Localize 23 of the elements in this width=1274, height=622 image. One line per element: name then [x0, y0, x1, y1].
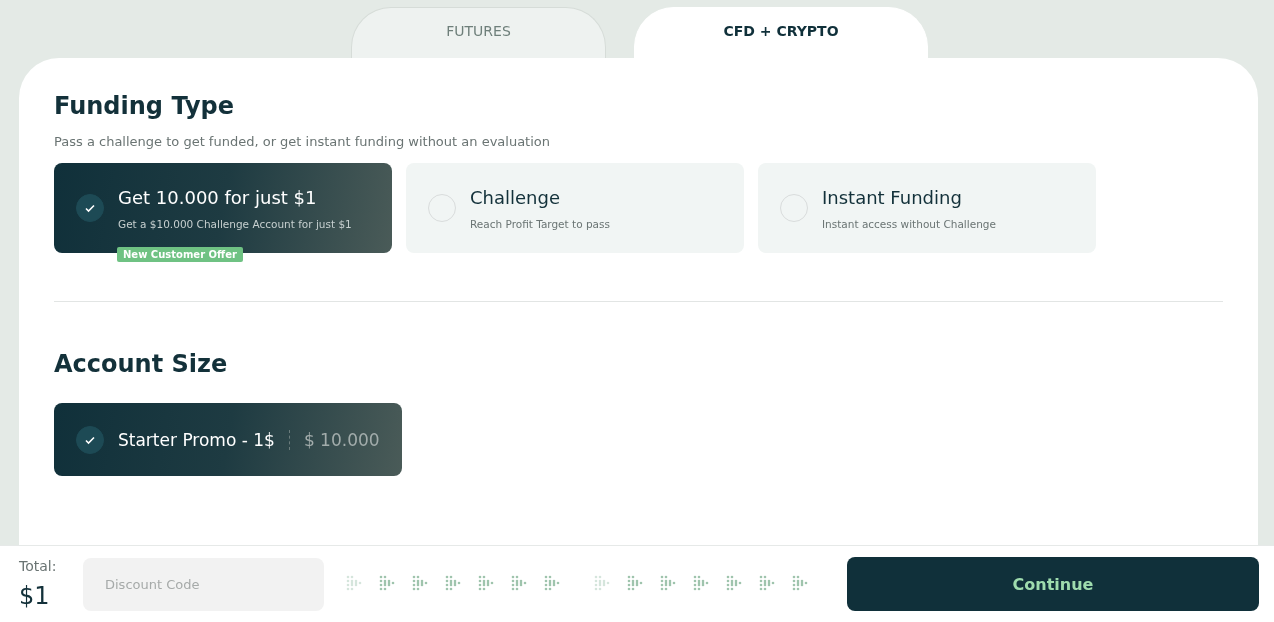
option-description: Instant access without Challenge: [822, 217, 996, 230]
section-title: Account Size: [54, 350, 229, 378]
section-subtitle: Pass a challenge to get funded, or get instant funding without an evaluation: [54, 134, 551, 149]
option-description: Get a $10.000 Challenge Account for just $1: [118, 217, 352, 230]
section-title: Funding Type: [54, 92, 236, 120]
account-amount: $ 10.000: [303, 429, 380, 450]
option-title: Challenge: [470, 186, 561, 208]
continue-button[interactable]: Continue: [847, 557, 1259, 611]
tab[interactable]: CFD + CRYPTO: [634, 7, 928, 58]
check-icon: [76, 194, 104, 222]
option-title: Instant Funding: [822, 186, 963, 208]
option-description: Reach Profit Target to pass: [470, 217, 610, 230]
account-name: Starter Promo - 1$: [118, 429, 290, 450]
funding-option[interactable]: Challenge Reach Profit Target to pass: [406, 163, 744, 253]
offer-badge: New Customer Offer: [117, 247, 243, 262]
account-size-option[interactable]: Starter Promo - 1$ $ 10.000: [54, 403, 402, 476]
check-icon: [76, 425, 104, 454]
discount-code-field[interactable]: Discount Code: [83, 557, 324, 611]
total-label: Total:: [19, 558, 58, 574]
tab[interactable]: FUTURES: [351, 7, 606, 58]
option-title: Get 10.000 for just $1: [118, 186, 318, 208]
total-value: $1: [19, 582, 51, 610]
funding-option[interactable]: Instant Funding Instant access without Challenge: [758, 163, 1096, 253]
